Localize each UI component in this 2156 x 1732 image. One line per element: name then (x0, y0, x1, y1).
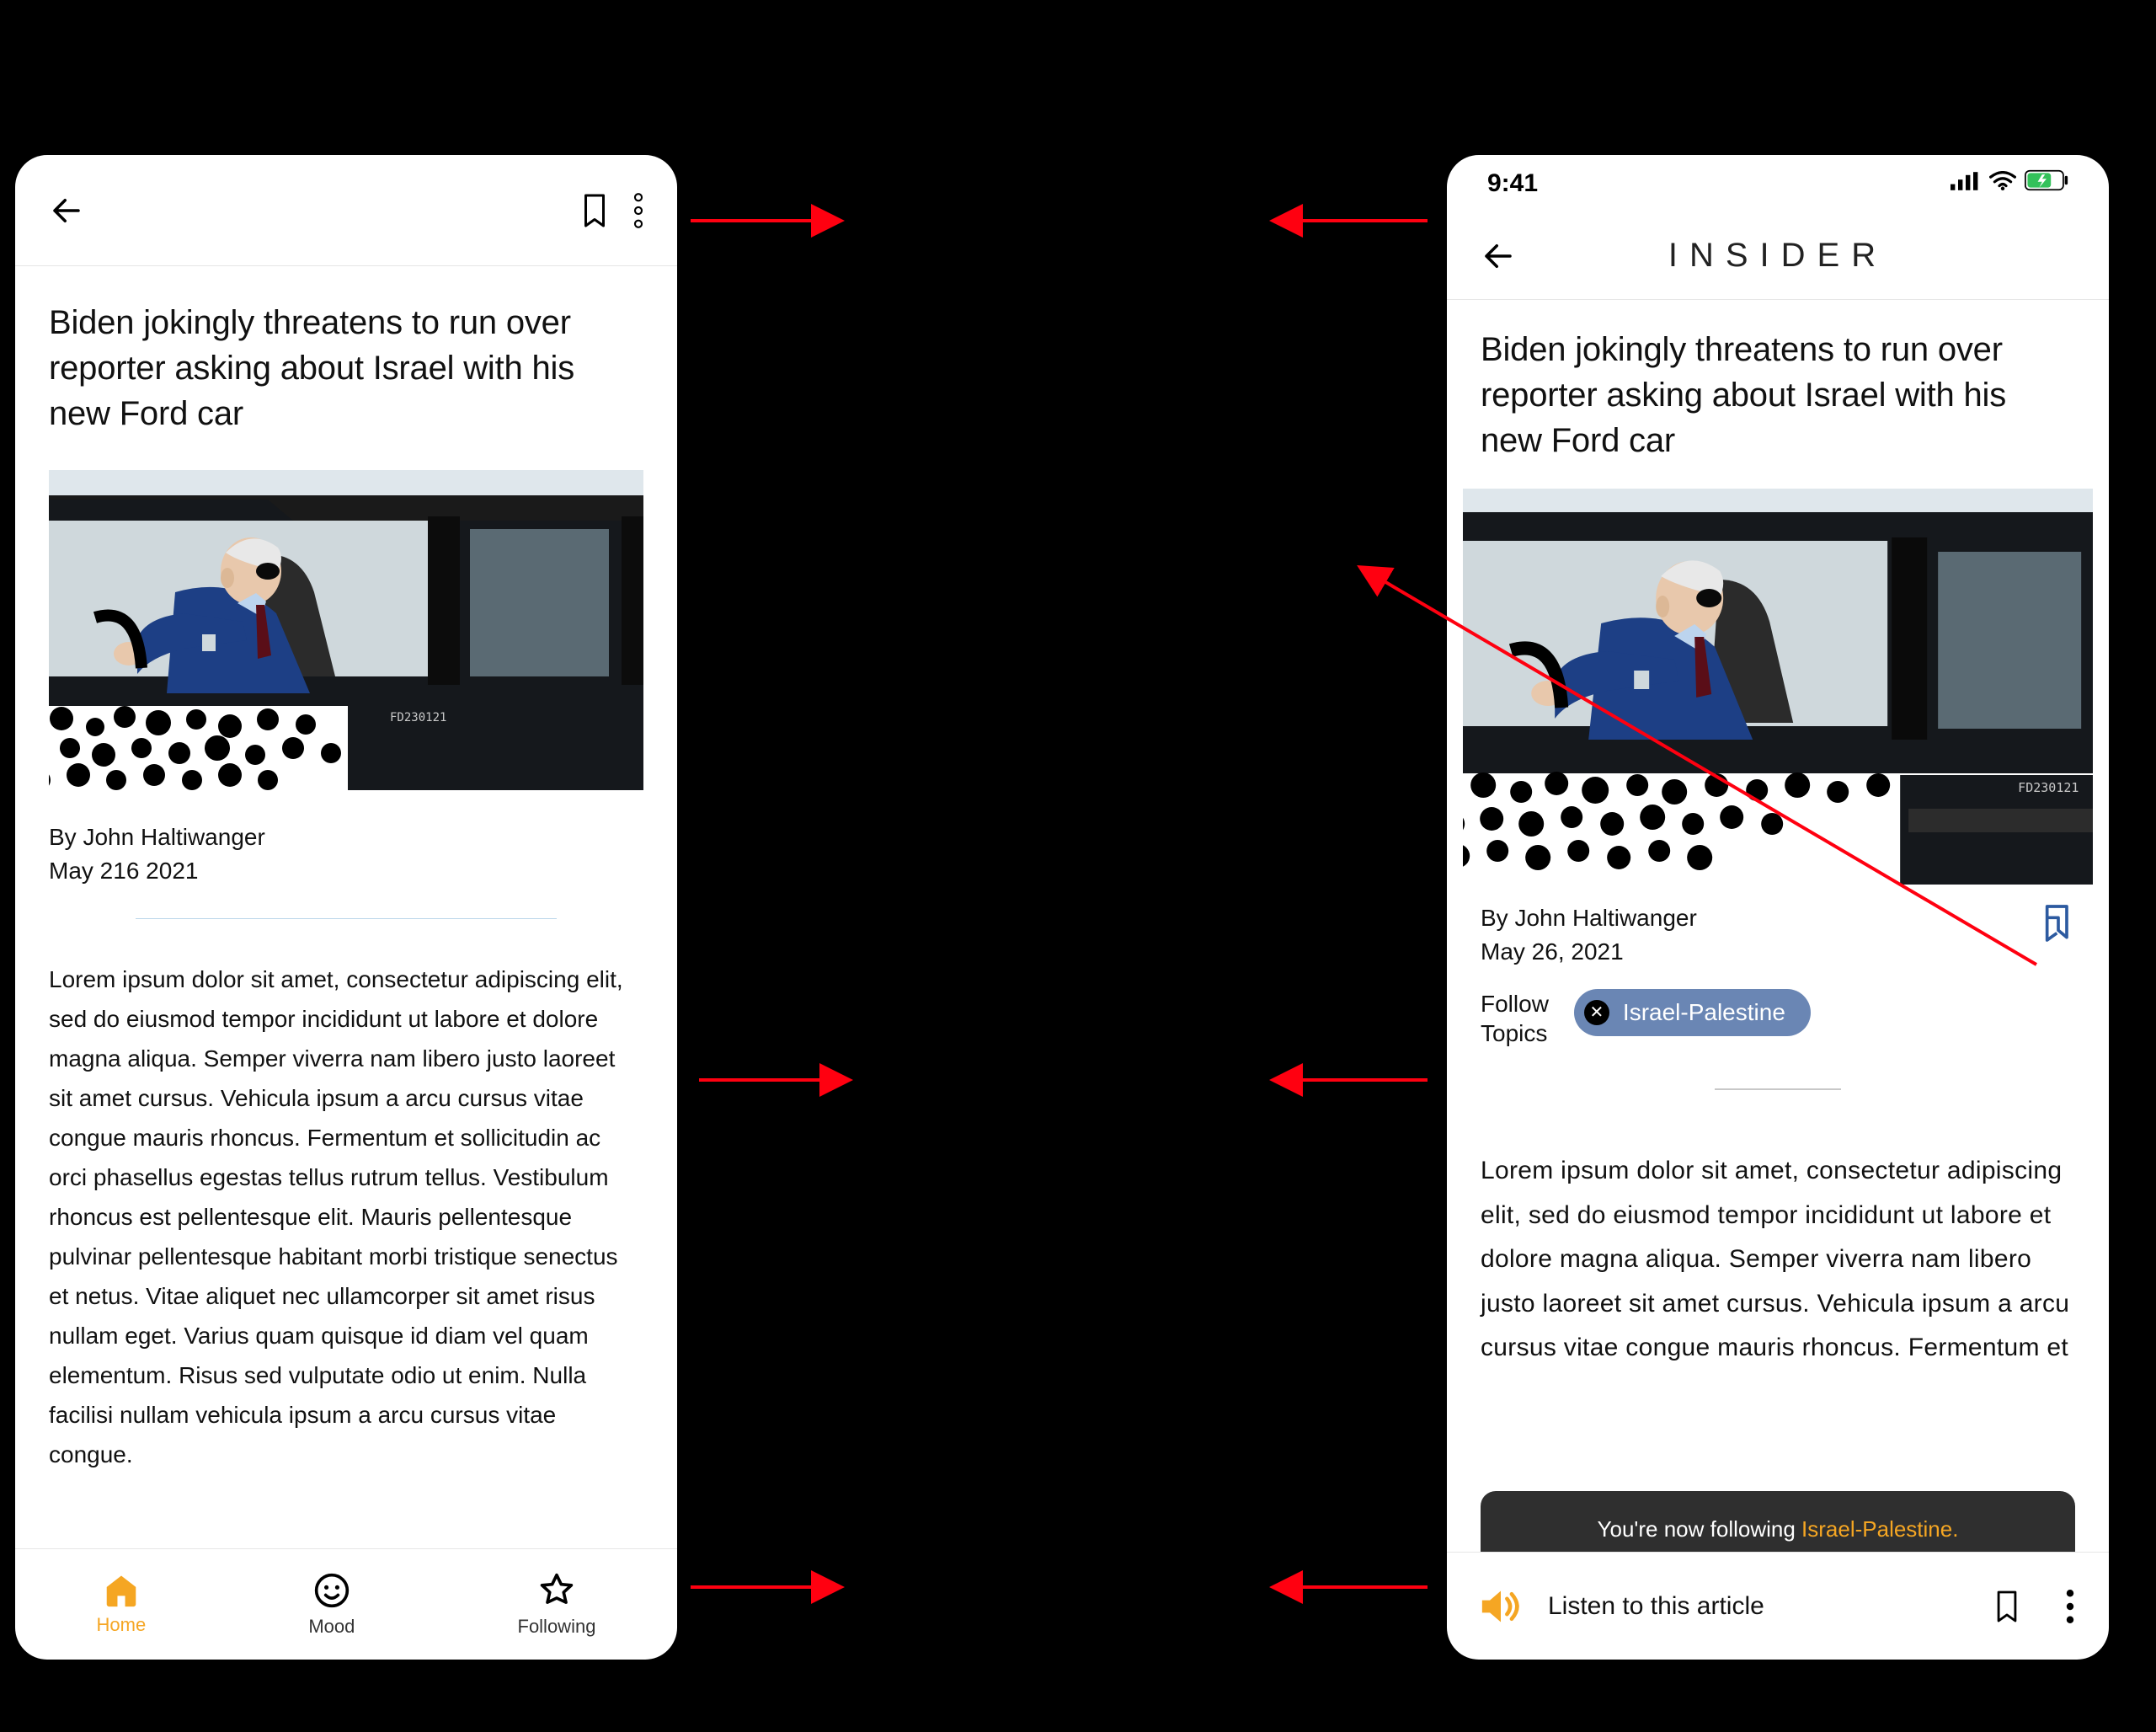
divider (136, 918, 557, 919)
divider (1715, 1088, 1841, 1090)
cellular-icon (1951, 169, 1981, 198)
brand-title: INSIDER (1516, 237, 2040, 275)
toast-line2: Find updates on this topic in your “Foll… (1514, 1546, 2041, 1552)
top-bar (15, 155, 677, 266)
status-bar: 9:41 (1447, 155, 2109, 212)
tab-mood[interactable]: Mood (308, 1572, 355, 1638)
article-headline: Biden jokingly threatens to run over rep… (1481, 327, 2075, 463)
annotation-arrow (691, 209, 851, 233)
bottom-bar: Listen to this article (1447, 1552, 2109, 1660)
annotation-arrow (699, 1068, 859, 1092)
phone-left: Biden jokingly threatens to run over rep… (15, 155, 677, 1660)
chip-remove-icon[interactable]: ✕ (1584, 1000, 1609, 1025)
bookmark-icon[interactable] (579, 193, 610, 228)
more-icon[interactable] (2065, 1589, 2075, 1624)
annotation-arrow (1263, 1575, 1432, 1599)
follow-topics-row: FollowTopics ✕ Israel-Palestine (1481, 989, 2075, 1048)
battery-icon (2025, 169, 2068, 198)
toast-text-prefix: You're now following (1598, 1516, 1802, 1542)
annotation-arrow (1263, 1068, 1432, 1092)
byline: By John Haltiwanger (49, 824, 643, 851)
bottom-tabs: Home Mood Following (15, 1548, 677, 1660)
toast-topic: Israel-Palestine. (1801, 1516, 1958, 1542)
article-content: Biden jokingly threatens to run over rep… (15, 266, 677, 1548)
article-body: Lorem ipsum dolor sit amet, consectetur … (1481, 1149, 2075, 1371)
publish-date: May 216 2021 (49, 858, 643, 885)
back-icon[interactable] (49, 193, 84, 228)
topic-chip[interactable]: ✕ Israel-Palestine (1574, 989, 1811, 1036)
annotation-arrow (1346, 556, 2053, 977)
article-body: Lorem ipsum dolor sit amet, consectetur … (49, 960, 643, 1474)
speaker-icon[interactable] (1481, 1589, 1521, 1624)
tab-home[interactable]: Home (97, 1574, 147, 1636)
chip-label: Israel-Palestine (1623, 999, 1785, 1026)
hero-image: FD230121 (49, 470, 643, 790)
top-bar: INSIDER (1447, 212, 2109, 300)
wifi-icon (1989, 169, 2016, 198)
back-icon[interactable] (1481, 238, 1516, 274)
more-icon[interactable] (633, 193, 643, 228)
annotation-arrow (691, 1575, 851, 1599)
tab-mood-label: Mood (308, 1616, 355, 1638)
hero-id-label: FD230121 (390, 711, 446, 724)
status-time: 9:41 (1487, 169, 1538, 198)
tab-home-label: Home (97, 1614, 147, 1636)
tab-following-label: Following (518, 1616, 596, 1638)
follow-topics-label: FollowTopics (1481, 989, 1549, 1048)
article-headline: Biden jokingly threatens to run over rep… (49, 300, 643, 436)
toast: You're now following Israel-Palestine. F… (1481, 1491, 2075, 1552)
annotation-arrow (1263, 209, 1432, 233)
listen-label[interactable]: Listen to this article (1548, 1592, 1966, 1621)
tab-following[interactable]: Following (518, 1572, 596, 1638)
bookmark-outline-icon[interactable] (1993, 1589, 2021, 1624)
